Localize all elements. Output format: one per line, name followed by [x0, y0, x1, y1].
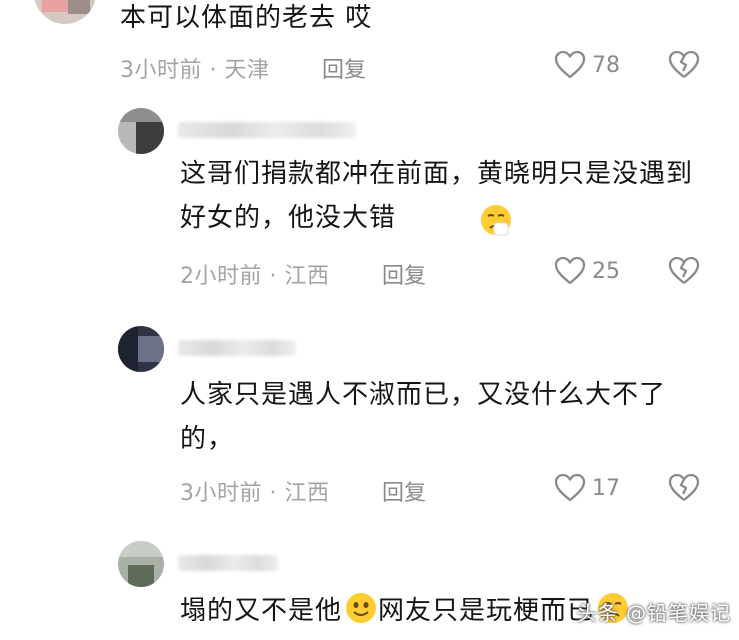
- like-count: 17: [592, 475, 620, 501]
- heart-outline-icon: [554, 256, 586, 286]
- avatar[interactable]: [118, 541, 164, 587]
- meta-separator: ·: [262, 264, 285, 289]
- like-count: 78: [592, 52, 620, 78]
- comment-meta: 2小时前 · 江西: [180, 258, 330, 290]
- like-button[interactable]: 25: [554, 256, 620, 286]
- comment-text: 这哥们捐款都冲在前面，黄晓明只是没遇到好女的，他没大错: [180, 159, 694, 233]
- reply-button[interactable]: 回复: [382, 475, 426, 507]
- sad-face-emoji: [479, 203, 513, 237]
- comment-2: 这哥们捐款都冲在前面，黄晓明只是没遇到好女的，他没大错 2小时前 · 江西 回复…: [0, 100, 739, 300]
- meta-separator: ·: [202, 58, 225, 83]
- comment-3: 人家只是遇人不淑而已，又没什么大不了的， 3小时前 · 江西 回复 17: [0, 318, 739, 518]
- comment-meta: 3小时前 · 天津: [120, 52, 270, 84]
- like-button[interactable]: 78: [554, 50, 620, 80]
- comment-time: 2小时前: [180, 264, 262, 289]
- comment-time: 3小时前: [180, 481, 262, 506]
- like-button[interactable]: 17: [554, 473, 620, 503]
- smile-face-emoji: [344, 591, 378, 625]
- username-blurred[interactable]: [178, 555, 278, 571]
- heart-outline-icon: [554, 50, 586, 80]
- broken-heart-icon[interactable]: [668, 473, 700, 503]
- comment-location: 江西: [284, 481, 330, 506]
- heart-outline-icon: [554, 473, 586, 503]
- watermark: 头条 @铅笔娱记: [576, 601, 731, 625]
- comment-text-part2: 网友只是玩梗而已: [378, 596, 595, 626]
- reply-button[interactable]: 回复: [322, 52, 366, 84]
- username-blurred[interactable]: [178, 340, 296, 356]
- comment-text: 本可以体面的老去 哎: [120, 3, 373, 33]
- comment-text-part1: 塌的又不是他: [180, 596, 343, 626]
- like-count: 25: [592, 258, 620, 284]
- comment-1: 本可以体面的老去 哎 3小时前 · 天津 回复 78: [0, 0, 739, 95]
- avatar[interactable]: [118, 108, 164, 154]
- avatar[interactable]: [118, 326, 164, 372]
- meta-separator: ·: [262, 481, 285, 506]
- comment-text: 人家只是遇人不淑而已，又没什么大不了的，: [180, 380, 667, 454]
- comment-location: 天津: [224, 58, 270, 83]
- broken-heart-icon[interactable]: [668, 256, 700, 286]
- comment-meta: 3小时前 · 江西: [180, 475, 330, 507]
- avatar[interactable]: [34, 0, 96, 24]
- comment-time: 3小时前: [120, 58, 202, 83]
- username-blurred[interactable]: [178, 122, 356, 138]
- broken-heart-icon[interactable]: [668, 50, 700, 80]
- reply-button[interactable]: 回复: [382, 258, 426, 290]
- comment-location: 江西: [284, 264, 330, 289]
